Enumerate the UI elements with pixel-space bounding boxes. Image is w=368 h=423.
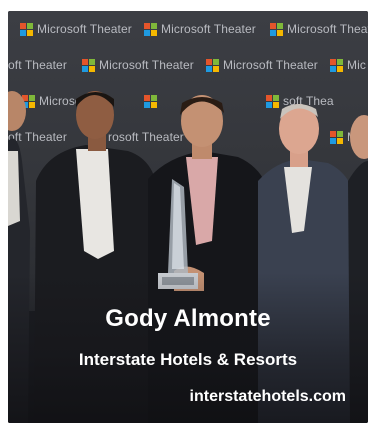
award-photo-card[interactable]: Microsoft Theater Microsoft Theater Micr… xyxy=(8,11,368,423)
event-photo: Microsoft Theater Microsoft Theater Micr… xyxy=(8,11,368,423)
company-website-link[interactable]: interstatehotels.com xyxy=(190,388,346,406)
company-name: Interstate Hotels & Resorts xyxy=(78,350,298,369)
honoree-name: Gody Almonte xyxy=(105,305,271,332)
